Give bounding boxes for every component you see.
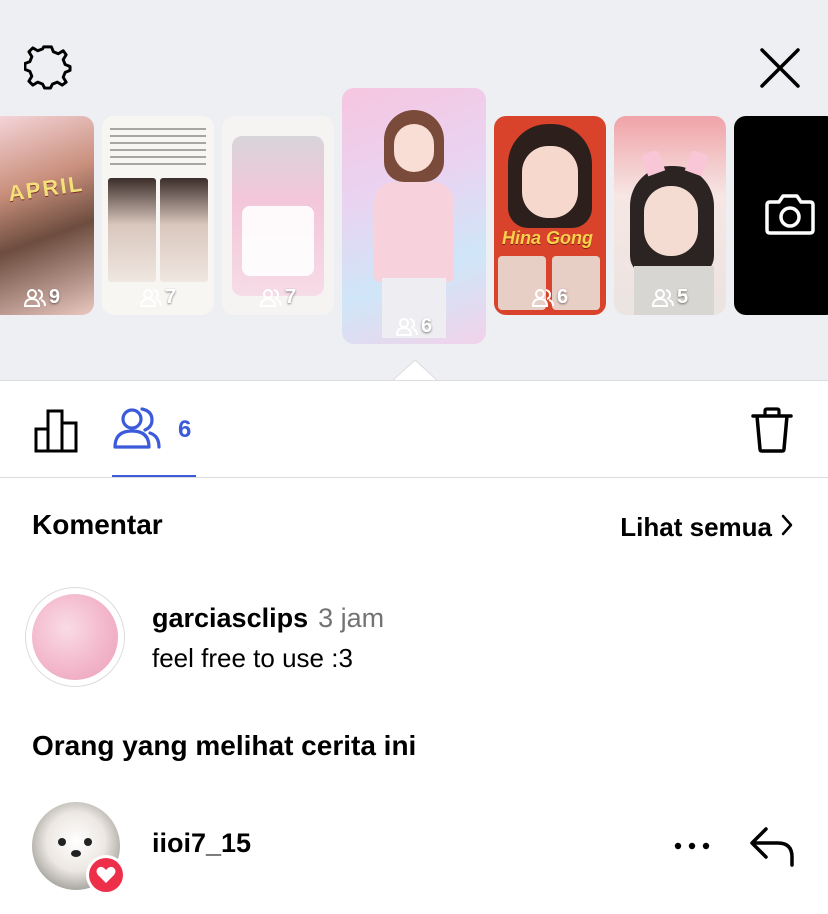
chevron-right-icon — [780, 513, 794, 542]
viewer-username[interactable]: iioi7_15 — [152, 828, 251, 859]
more-options-icon[interactable] — [670, 830, 714, 862]
thumbnail-view-count: 9 — [0, 286, 94, 309]
settings-gear-icon[interactable] — [22, 42, 74, 94]
selection-pointer — [392, 360, 438, 382]
comment-username[interactable]: garciasclips — [152, 603, 308, 634]
viewers-count: 6 — [178, 416, 192, 443]
see-all-link[interactable]: Lihat semua — [620, 512, 794, 543]
heart-icon — [89, 858, 123, 892]
story-thumbnail[interactable]: APRIL 9 — [0, 116, 94, 315]
thumbnail-view-count: 7 — [102, 286, 214, 309]
story-thumbnail[interactable]: Hina Gong 6 — [494, 116, 606, 315]
close-icon[interactable] — [754, 42, 806, 94]
thumbnail-view-count: 7 — [222, 286, 334, 309]
comment-text: feel free to use :3 — [152, 643, 353, 673]
delete-trash-icon[interactable] — [748, 404, 796, 456]
story-thumbnail[interactable]: 5 — [614, 116, 726, 315]
avatar[interactable] — [25, 587, 125, 687]
reply-icon[interactable] — [746, 822, 798, 868]
story-thumbnail[interactable]: 7 — [102, 116, 214, 315]
divider — [0, 477, 828, 478]
story-thumbnail[interactable]: 7 — [222, 116, 334, 315]
comment-header: garciasclips 3 jam — [152, 603, 384, 634]
thumbnail-text: Hina Gong — [502, 228, 593, 248]
divider — [0, 380, 828, 381]
camera-icon — [764, 192, 816, 241]
viewers-tab[interactable]: 6 — [112, 404, 196, 456]
comment-time: 3 jam — [318, 603, 385, 633]
thumbnail-text: APRIL — [6, 170, 86, 207]
thumbnail-view-count: 6 — [494, 286, 606, 309]
add-story-camera-button[interactable] — [734, 116, 828, 315]
thumbnail-view-count: 6 — [342, 315, 486, 338]
viewers-icon — [112, 405, 162, 456]
story-thumbnail-selected[interactable]: 6 — [342, 88, 486, 344]
viewers-title: Orang yang melihat cerita ini — [32, 730, 417, 761]
comments-title: Komentar — [32, 509, 163, 540]
liked-badge — [86, 855, 126, 895]
thumbnail-view-count: 5 — [614, 286, 726, 309]
insights-chart-icon[interactable] — [32, 404, 80, 456]
